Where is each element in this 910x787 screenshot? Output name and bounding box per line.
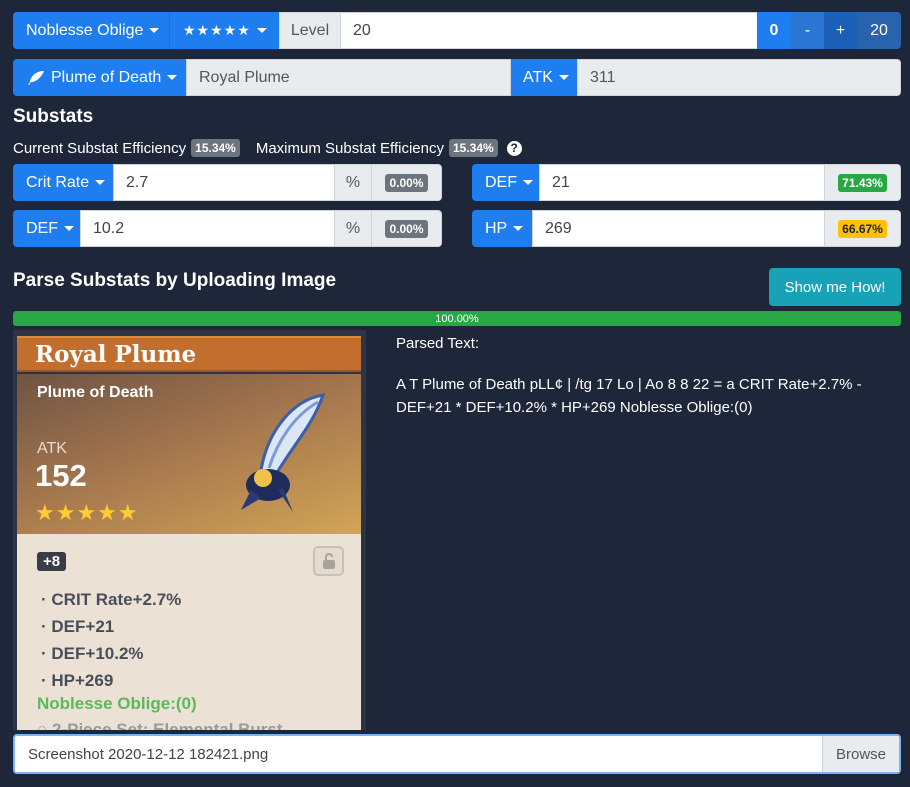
parsed-text: A T Plume of Death pLL¢ | /tg 17 Lo | Ao… xyxy=(396,376,862,416)
uploaded-artifact-image: Royal Plume Plume of Death ATK 152 ★★★★★… xyxy=(13,330,366,730)
level-min-button[interactable]: 0 xyxy=(757,12,791,49)
progress-fill: 100.00% xyxy=(13,311,901,326)
substat-1-unit: % xyxy=(334,164,372,201)
substat-4-input[interactable]: 269 xyxy=(532,210,825,247)
substat-2-label: DEF xyxy=(485,173,517,191)
main-stat-label: ATK xyxy=(523,68,553,86)
plume-icon xyxy=(241,393,326,512)
level-label: Level xyxy=(279,12,341,49)
show-me-how-button[interactable]: Show me How! xyxy=(769,268,901,306)
rarity-dropdown[interactable]: ★★★★★ xyxy=(169,12,279,49)
max-efficiency-label: Maximum Substat Efficiency xyxy=(255,139,444,157)
parse-title: Parse Substats by Uploading Image xyxy=(13,270,337,291)
substat-3-dropdown[interactable]: DEF xyxy=(13,210,80,247)
substat-1-label: Crit Rate xyxy=(26,173,90,191)
card-set-bonus: ○ 2-Piece Set: Elemental Burst xyxy=(37,720,283,730)
level-increment-button[interactable]: + xyxy=(824,12,857,49)
substat-4-dropdown[interactable]: HP xyxy=(472,210,532,247)
rarity-stars: ★★★★★ xyxy=(183,22,251,38)
caret-down-icon xyxy=(95,180,106,185)
card-main-value: 152 xyxy=(35,458,87,493)
substat-4-efficiency: 66.67% xyxy=(838,219,887,238)
caret-down-icon xyxy=(558,75,569,80)
artifact-name-field[interactable]: Royal Plume xyxy=(186,59,511,96)
parsed-text-label: Parsed Text: xyxy=(396,335,480,352)
browse-button[interactable]: Browse xyxy=(822,736,899,772)
substat-1-eff-cell: 0.00% xyxy=(371,164,442,201)
caret-down-icon xyxy=(167,75,178,80)
substat-3-efficiency: 0.00% xyxy=(385,219,428,238)
slot-label: Plume of Death xyxy=(51,68,162,86)
substat-4-label: HP xyxy=(485,219,508,237)
level-input[interactable]: 20 xyxy=(340,12,758,49)
substat-2-eff-cell: 71.43% xyxy=(824,164,901,201)
card-sub-2: · DEF+21 xyxy=(41,617,115,636)
progress-bar: 100.00% xyxy=(13,311,901,326)
current-efficiency-badge: 15.34% xyxy=(191,139,240,157)
card-name: Royal Plume xyxy=(35,341,197,368)
set-label: Noblesse Oblige xyxy=(26,21,144,39)
substat-1-input[interactable]: 2.7 xyxy=(113,164,335,201)
card-main-label: ATK xyxy=(37,440,67,457)
substats-title: Substats xyxy=(13,106,94,127)
card-level: +8 xyxy=(37,552,67,571)
substat-3-eff-cell: 0.00% xyxy=(371,210,442,247)
caret-down-icon xyxy=(523,180,533,185)
caret-down-icon xyxy=(149,28,160,33)
lock-icon xyxy=(313,546,344,576)
card-set: Noblesse Oblige:(0) xyxy=(37,694,197,713)
level-max-button[interactable]: 20 xyxy=(857,12,901,49)
substat-1-efficiency: 0.00% xyxy=(385,173,428,192)
card-type: Plume of Death xyxy=(37,384,154,401)
substat-4-eff-cell: 66.67% xyxy=(824,210,901,247)
help-icon[interactable]: ? xyxy=(506,140,522,156)
substat-1-dropdown[interactable]: Crit Rate xyxy=(13,164,113,201)
substat-2-input[interactable]: 21 xyxy=(539,164,825,201)
set-dropdown[interactable]: Noblesse Oblige xyxy=(13,12,169,49)
substat-3-label: DEF xyxy=(26,219,58,237)
caret-down-icon xyxy=(256,28,267,33)
card-sub-3: · DEF+10.2% xyxy=(41,644,144,663)
card-stars: ★★★★★ xyxy=(35,500,139,525)
substat-3-input[interactable]: 10.2 xyxy=(80,210,335,247)
card-sub-1: · CRIT Rate+2.7% xyxy=(41,590,182,609)
file-upload[interactable]: Screenshot 2020-12-12 182421.png Browse xyxy=(13,734,901,774)
max-efficiency-badge: 15.34% xyxy=(448,139,498,157)
main-stat-dropdown[interactable]: ATK xyxy=(511,59,577,96)
slot-dropdown[interactable]: Plume of Death xyxy=(13,59,186,96)
progress-label: 100.00% xyxy=(435,312,479,325)
upload-filename: Screenshot 2020-12-12 182421.png xyxy=(28,745,269,763)
substat-2-dropdown[interactable]: DEF xyxy=(472,164,539,201)
level-decrement-button[interactable]: - xyxy=(791,12,824,49)
current-efficiency-label: Current Substat Efficiency xyxy=(13,139,187,157)
card-sub-4: · HP+269 xyxy=(41,671,114,690)
feather-icon xyxy=(28,70,44,85)
caret-down-icon xyxy=(64,226,74,231)
substat-2-efficiency: 71.43% xyxy=(838,173,887,192)
substat-3-unit: % xyxy=(334,210,372,247)
main-stat-value: 311 xyxy=(577,59,901,96)
caret-down-icon xyxy=(513,226,524,231)
